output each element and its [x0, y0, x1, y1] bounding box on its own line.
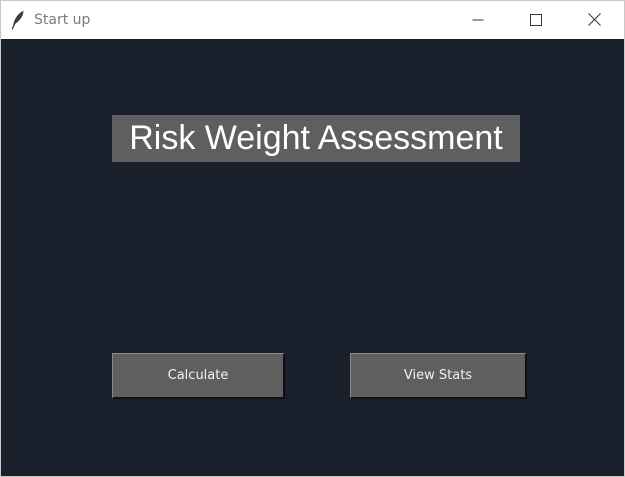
app-window: Start up Risk Weight Assessment Calculat… [0, 0, 625, 477]
feather-icon [11, 10, 25, 30]
page-title: Risk Weight Assessment [112, 115, 520, 162]
maximize-button[interactable] [507, 1, 565, 39]
minimize-icon [472, 11, 484, 30]
close-icon [587, 11, 601, 30]
window-title: Start up [34, 12, 91, 28]
view-stats-button[interactable]: View Stats [350, 353, 527, 399]
title-bar[interactable]: Start up [1, 1, 624, 39]
close-button[interactable] [565, 1, 623, 39]
minimize-button[interactable] [449, 1, 507, 39]
maximize-icon [530, 11, 542, 30]
main-content: Risk Weight Assessment Calculate View St… [1, 39, 624, 476]
calculate-button[interactable]: Calculate [112, 353, 285, 399]
